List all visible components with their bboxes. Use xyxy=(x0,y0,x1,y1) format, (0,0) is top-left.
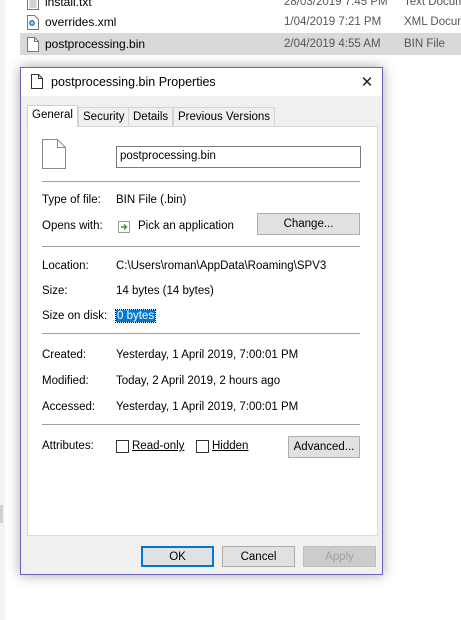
modified-value: Today, 2 April 2019, 2 hours ago xyxy=(116,375,281,387)
title-bar[interactable]: postprocessing.bin Properties ✕ xyxy=(21,68,382,96)
location-label: Location: xyxy=(42,260,89,272)
opens-with-value: Pick an application xyxy=(138,220,234,232)
hidden-checkbox[interactable] xyxy=(196,440,209,453)
change-button-label: Change... xyxy=(283,218,334,230)
file-icon xyxy=(27,36,39,52)
file-name: install.txt xyxy=(45,0,92,9)
tab-previous-versions[interactable]: Previous Versions xyxy=(173,107,276,126)
read-only-checkbox[interactable] xyxy=(116,440,129,453)
file-large-icon xyxy=(42,139,66,169)
general-panel: postprocessing.bin Type of file: BIN Fil… xyxy=(27,126,378,536)
dialog-title: postprocessing.bin Properties xyxy=(51,75,216,89)
cancel-button[interactable]: Cancel xyxy=(222,546,295,567)
properties-dialog: postprocessing.bin Properties ✕ General … xyxy=(20,67,383,575)
file-icon xyxy=(31,74,43,89)
type-label: Type of file: xyxy=(42,194,101,206)
file-type: XML Docum xyxy=(404,16,461,28)
change-button[interactable]: Change... xyxy=(257,213,360,235)
file-name-input[interactable]: postprocessing.bin xyxy=(116,146,361,168)
tab-details[interactable]: Details xyxy=(128,107,174,126)
hidden-label[interactable]: Hidden xyxy=(212,440,248,452)
tab-general[interactable]: General xyxy=(27,105,78,127)
pick-application-icon xyxy=(118,221,130,233)
size-label: Size: xyxy=(42,285,68,297)
modified-label: Modified: xyxy=(42,375,89,387)
read-only-label[interactable]: Read-only xyxy=(132,440,184,452)
accessed-value: Yesterday, 1 April 2019, 7:00:01 PM xyxy=(116,401,299,413)
location-value: C:\Users\roman\AppData\Roaming\SPV3 xyxy=(116,260,327,272)
separator xyxy=(42,333,360,334)
left-pane-marker xyxy=(0,505,3,523)
xml-file-icon xyxy=(27,14,39,30)
text-file-icon xyxy=(27,0,39,10)
close-button[interactable]: ✕ xyxy=(352,68,382,96)
created-value: Yesterday, 1 April 2019, 7:00:01 PM xyxy=(116,349,299,361)
file-date: 2/04/2019 4:55 AM xyxy=(284,38,381,50)
apply-button[interactable]: Apply xyxy=(303,546,376,567)
type-value: BIN File (.bin) xyxy=(116,194,187,206)
file-date: 1/04/2019 7:21 PM xyxy=(284,16,382,28)
separator xyxy=(42,181,360,182)
file-date: 28/03/2019 7:45 PM xyxy=(284,0,388,8)
file-name: overrides.xml xyxy=(45,15,117,29)
ok-button[interactable]: OK xyxy=(141,546,214,567)
file-type: Text Docum xyxy=(404,0,461,8)
close-icon: ✕ xyxy=(360,74,374,91)
file-row-postprocessing[interactable]: postprocessing.bin 2/04/2019 4:55 AM BIN… xyxy=(20,33,461,55)
attributes-label: Attributes: xyxy=(42,440,94,452)
advanced-button-label: Advanced... xyxy=(293,441,355,453)
left-pane-edge xyxy=(0,0,5,620)
apply-button-label: Apply xyxy=(325,550,354,563)
file-name: postprocessing.bin xyxy=(45,37,146,51)
size-on-disk-value[interactable]: 0 bytes xyxy=(114,309,157,323)
separator xyxy=(42,246,360,247)
advanced-button[interactable]: Advanced... xyxy=(288,436,360,458)
file-row-overrides[interactable]: overrides.xml 1/04/2019 7:21 PM XML Docu… xyxy=(20,11,461,33)
accessed-label: Accessed: xyxy=(42,401,96,413)
ok-button-label: OK xyxy=(169,550,186,563)
size-on-disk-label: Size on disk: xyxy=(42,310,108,322)
created-label: Created: xyxy=(42,349,87,361)
size-value: 14 bytes (14 bytes) xyxy=(116,285,214,297)
tab-security[interactable]: Security xyxy=(78,107,130,126)
separator xyxy=(42,424,360,425)
cancel-button-label: Cancel xyxy=(240,550,277,563)
file-type: BIN File xyxy=(404,38,445,50)
